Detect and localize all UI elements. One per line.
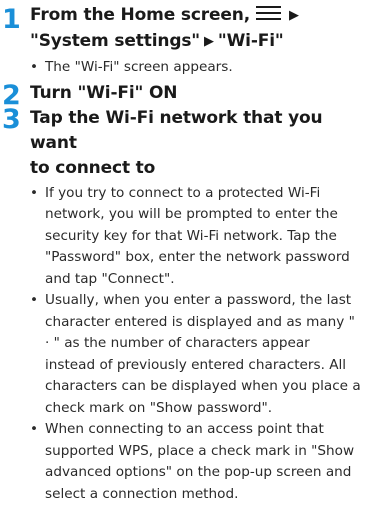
bullet-item: • If you try to connect to a protected W… xyxy=(30,183,371,291)
bullet-text: When connecting to an access point that … xyxy=(45,421,354,502)
step-title-text: "System settings" xyxy=(30,31,200,51)
step-2: 2 Turn "Wi-Fi" ON xyxy=(0,81,371,105)
step-3: 3 Tap the Wi-Fi network that you want to… xyxy=(0,106,371,505)
bullet-dot: • xyxy=(30,290,38,312)
bullet-list: • The "Wi-Fi" screen appears. xyxy=(30,57,371,79)
bullet-item: • When connecting to an access point tha… xyxy=(30,419,371,505)
bullet-item: • The "Wi-Fi" screen appears. xyxy=(30,57,371,79)
manual-page: 1 From the Home screen, ▶ "System setting… xyxy=(0,0,371,505)
bullet-list: • If you try to connect to a protected W… xyxy=(30,183,371,505)
step-number: 1 xyxy=(2,6,21,33)
step-title-text: From the Home screen, xyxy=(30,5,250,25)
bullet-text: Usually, when you enter a password, the … xyxy=(45,292,361,416)
step-title: Tap the Wi-Fi network that you want to c… xyxy=(30,106,371,181)
bullet-text: The "Wi-Fi" screen appears. xyxy=(45,59,233,75)
bullet-dot: • xyxy=(30,57,38,79)
step-title-text: to connect to xyxy=(30,158,155,178)
step-title: From the Home screen, ▶ "System settings"… xyxy=(30,0,371,55)
bullet-text: If you try to connect to a protected Wi-… xyxy=(45,185,350,287)
bullet-dot: • xyxy=(30,419,38,441)
step-title: Turn "Wi-Fi" ON xyxy=(30,81,371,105)
arrow-right-icon: ▶ xyxy=(204,30,214,54)
step-title-text: "Wi-Fi" xyxy=(218,31,284,51)
bullet-item: • Usually, when you enter a password, th… xyxy=(30,290,371,419)
bullet-dot: • xyxy=(30,183,38,205)
step-number: 3 xyxy=(2,106,21,133)
arrow-right-icon: ▶ xyxy=(289,4,299,28)
step-title-text: Tap the Wi-Fi network that you want xyxy=(30,108,323,153)
step-1: 1 From the Home screen, ▶ "System setting… xyxy=(0,0,371,79)
menu-icon xyxy=(256,6,281,20)
